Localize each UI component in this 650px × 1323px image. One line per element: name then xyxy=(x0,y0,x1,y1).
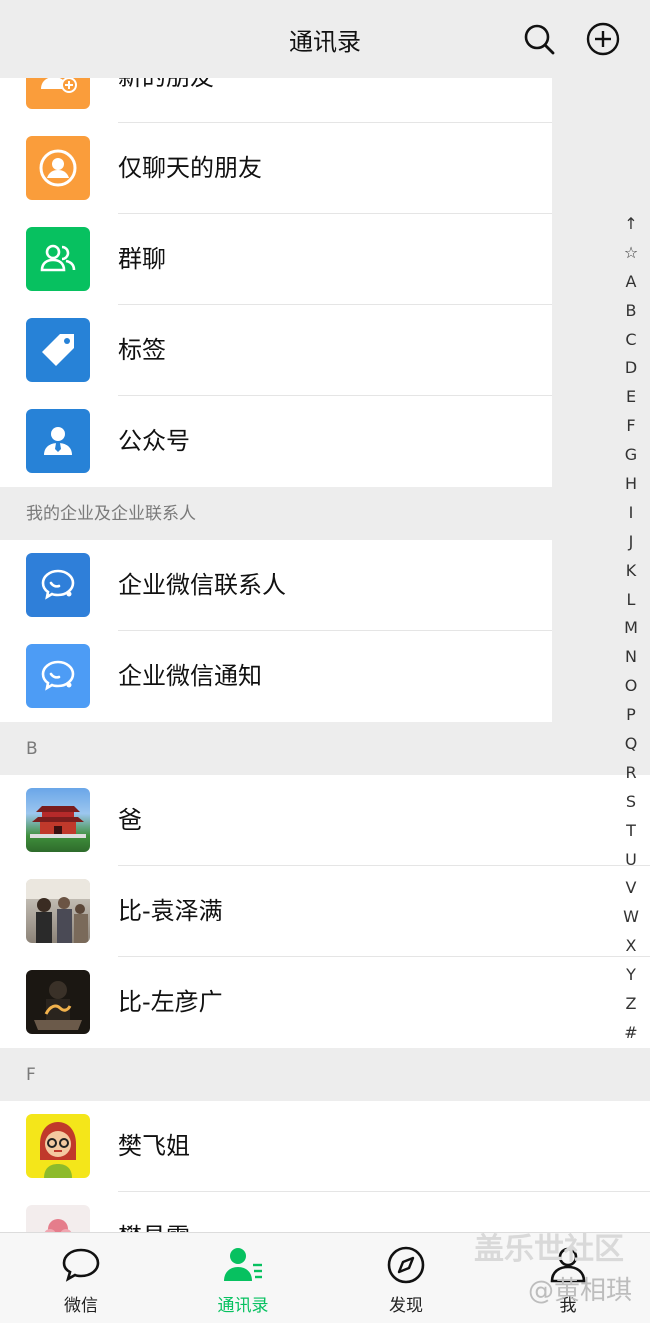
index-letter[interactable]: O xyxy=(616,672,646,701)
index-letter[interactable]: A xyxy=(616,268,646,297)
group-chats-label: 群聊 xyxy=(118,245,166,273)
compass-icon xyxy=(387,1246,425,1284)
contact-list[interactable]: 新的朋友 仅聊天的朋友 群聊 标签 公众号 我的企业及企业联系人 xyxy=(0,78,650,1232)
index-letter[interactable]: E xyxy=(616,383,646,412)
section-letter: B xyxy=(26,739,38,759)
wecom-contacts-icon xyxy=(26,553,90,617)
flower-avatar xyxy=(26,1205,90,1232)
index-letter[interactable]: W xyxy=(616,903,646,932)
wecom-notice-label: 企业微信通知 xyxy=(118,662,262,690)
index-letter[interactable]: C xyxy=(616,326,646,355)
enterprise-section-header: 我的企业及企业联系人 xyxy=(0,488,650,540)
contact-name: 比-左彦广 xyxy=(118,988,223,1016)
wecom-notice-item[interactable]: 企业微信通知 xyxy=(0,631,552,722)
index-letter[interactable]: # xyxy=(616,1019,646,1048)
chat-only-friends-item[interactable]: 仅聊天的朋友 xyxy=(0,123,552,214)
group-chats-item[interactable]: 群聊 xyxy=(0,214,552,305)
tab-discover[interactable]: 发现 xyxy=(325,1233,487,1323)
chat-bubble-icon xyxy=(62,1248,100,1282)
contact-name: 樊飞姐 xyxy=(118,1132,190,1160)
index-letter[interactable]: S xyxy=(616,788,646,817)
official-accounts-label: 公众号 xyxy=(118,427,190,455)
watermark-title: 盖乐世社区 xyxy=(474,1232,624,1267)
index-letter[interactable]: Q xyxy=(616,730,646,759)
index-letter[interactable]: ☆ xyxy=(616,239,646,268)
index-letter[interactable]: P xyxy=(616,701,646,730)
new-friend-icon xyxy=(26,78,90,109)
index-letter[interactable]: Y xyxy=(616,961,646,990)
index-letter[interactable]: T xyxy=(616,817,646,846)
contact-row[interactable]: 比-左彦广 xyxy=(0,957,650,1048)
tab-label: 微信 xyxy=(64,1296,98,1316)
index-letter[interactable]: H xyxy=(616,470,646,499)
index-letter[interactable]: F xyxy=(616,412,646,441)
index-letter[interactable]: M xyxy=(616,614,646,643)
watermark-author: @黄相琪 xyxy=(528,1276,633,1306)
contacts-icon xyxy=(224,1248,262,1281)
tags-item[interactable]: 标签 xyxy=(0,305,552,396)
people-avatar xyxy=(26,879,90,943)
contact-name: 比-袁泽满 xyxy=(118,897,223,925)
index-letter[interactable]: U xyxy=(616,846,646,875)
enterprise-section-title: 我的企业及企业联系人 xyxy=(26,504,196,524)
contact-name: 樊昌需 xyxy=(118,1192,190,1232)
wecom-contacts-label: 企业微信联系人 xyxy=(118,571,286,599)
tab-chats[interactable]: 微信 xyxy=(0,1233,162,1323)
tags-label: 标签 xyxy=(118,336,166,364)
tag-icon xyxy=(26,318,90,382)
pavilion-avatar xyxy=(26,788,90,852)
index-letter[interactable]: B xyxy=(616,297,646,326)
letter-section-f: F xyxy=(0,1049,650,1101)
wecom-notice-icon xyxy=(26,644,90,708)
index-letter[interactable]: Z xyxy=(616,990,646,1019)
official-account-icon xyxy=(26,409,90,473)
contact-row[interactable]: 爸 xyxy=(0,775,650,866)
letter-section-b: B xyxy=(0,723,650,775)
alphabet-index[interactable]: ↑ ☆ A B C D E F G H I J K L M N O P Q R S T U V W X Y Z # xyxy=(616,210,646,1048)
new-friends-label: 新的朋友 xyxy=(118,78,214,123)
index-letter[interactable]: G xyxy=(616,441,646,470)
index-letter[interactable]: L xyxy=(616,586,646,615)
index-letter[interactable]: V xyxy=(616,874,646,903)
add-icon[interactable] xyxy=(586,22,620,56)
index-letter[interactable]: I xyxy=(616,499,646,528)
index-letter[interactable]: N xyxy=(616,643,646,672)
official-accounts-item[interactable]: 公众号 xyxy=(0,396,552,487)
chat-only-friend-icon xyxy=(26,136,90,200)
tab-label: 通讯录 xyxy=(217,1296,269,1316)
index-letter[interactable]: K xyxy=(616,557,646,586)
dark-avatar xyxy=(26,970,90,1034)
tab-contacts[interactable]: 通讯录 xyxy=(162,1233,324,1323)
group-chat-icon xyxy=(26,227,90,291)
cartoon-girl-avatar xyxy=(26,1114,90,1178)
contact-row[interactable]: 比-袁泽满 xyxy=(0,866,650,957)
chat-only-friends-label: 仅聊天的朋友 xyxy=(118,154,262,182)
index-letter[interactable]: ↑ xyxy=(616,210,646,239)
index-letter[interactable]: D xyxy=(616,354,646,383)
wecom-contacts-item[interactable]: 企业微信联系人 xyxy=(0,540,552,631)
search-icon[interactable] xyxy=(522,22,556,56)
tab-label: 发现 xyxy=(389,1296,423,1316)
index-letter[interactable]: X xyxy=(616,932,646,961)
new-friends-item[interactable]: 新的朋友 xyxy=(0,78,552,123)
contact-name: 爸 xyxy=(118,806,142,834)
top-bar: 通讯录 xyxy=(0,0,650,78)
contact-row[interactable]: 樊飞姐 xyxy=(0,1101,650,1192)
section-letter: F xyxy=(26,1065,36,1085)
index-letter[interactable]: R xyxy=(616,759,646,788)
index-letter[interactable]: J xyxy=(616,528,646,557)
